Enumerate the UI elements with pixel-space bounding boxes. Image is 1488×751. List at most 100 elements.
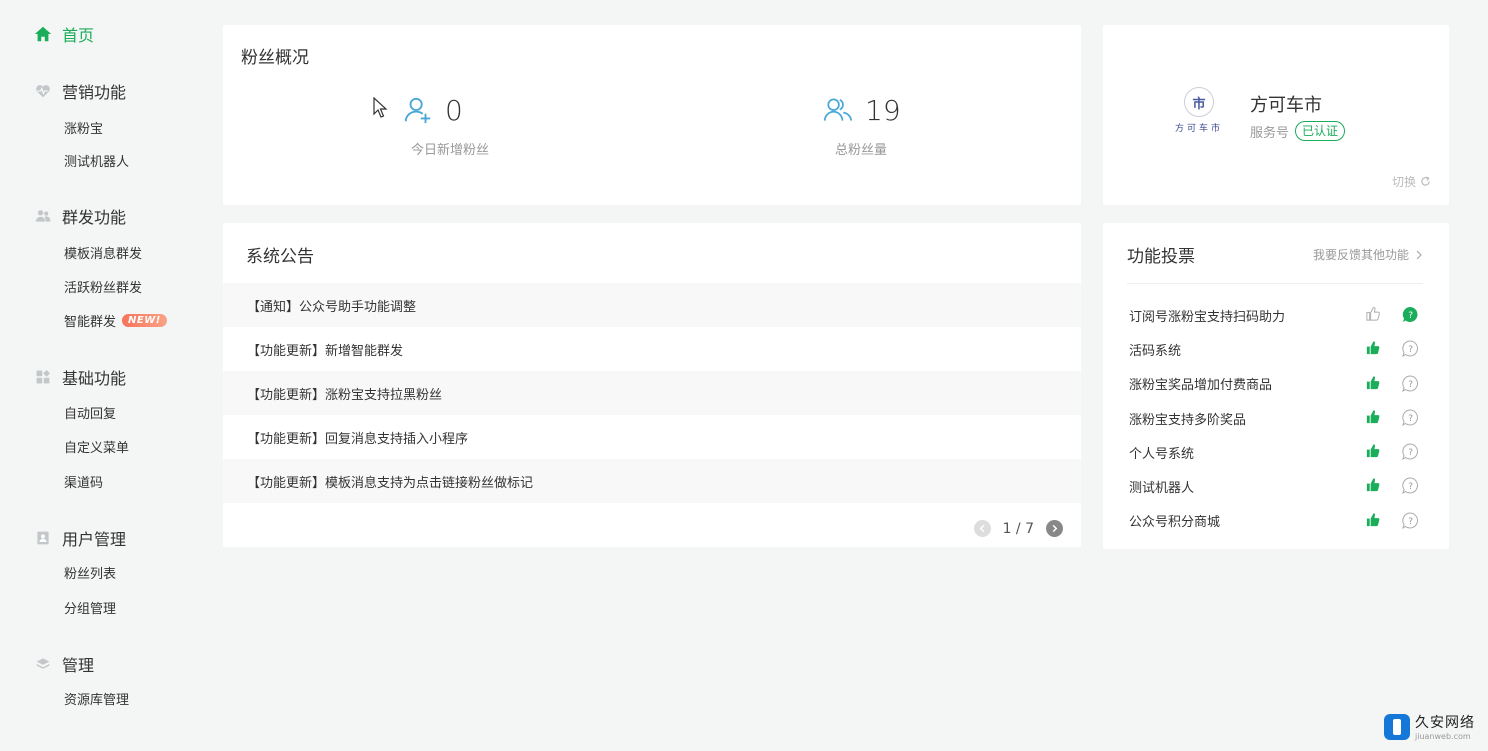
sidebar-item-test-robot[interactable]: 测试机器人	[64, 150, 129, 170]
question-bubble-icon[interactable]: ?	[1402, 306, 1419, 323]
question-bubble-icon[interactable]: ?	[1402, 443, 1419, 461]
vote-item: 订阅号涨粉宝支持扫码助力?	[1103, 298, 1449, 332]
sidebar-item-channel-code[interactable]: 渠道码	[64, 471, 103, 491]
account-type: 服务号 已认证	[1250, 121, 1346, 141]
verified-badge: 已认证	[1295, 121, 1346, 141]
page-indicator: 1 / 7	[1002, 520, 1034, 537]
vote-item: 涨粉宝支持多阶奖品?	[1103, 401, 1449, 435]
vote-item-label: 涨粉宝奖品增加付费商品	[1129, 378, 1273, 394]
watermark-name: 久安网络	[1415, 715, 1475, 731]
vote-item: 测试机器人?	[1103, 469, 1449, 503]
sidebar-item-group-management[interactable]: 分组管理	[64, 597, 116, 617]
notice-item[interactable]: 【功能更新】回复消息支持插入小程序	[223, 415, 1081, 459]
account-card: 市 方可车市 方可车市 服务号 已认证 切换	[1103, 25, 1449, 205]
group-title-label: 用户管理	[62, 530, 127, 549]
logo-text: 方可车市	[1174, 124, 1223, 134]
notice-list: 【通知】公众号助手功能调整 【功能更新】新增智能群发 【功能更新】涨粉宝支持拉黑…	[223, 283, 1081, 503]
question-bubble-icon[interactable]: ?	[1402, 477, 1419, 495]
svg-text:?: ?	[1408, 380, 1413, 390]
group-title-label: 管理	[62, 656, 95, 675]
thumbs-up-icon[interactable]	[1365, 512, 1381, 528]
account-type-label: 服务号	[1250, 125, 1290, 141]
feedback-link-label: 我要反馈其他功能	[1312, 248, 1409, 262]
account-name: 方可车市	[1250, 95, 1322, 116]
sidebar-item-label: 智能群发	[64, 314, 117, 330]
users-icon	[34, 207, 52, 225]
thumbs-up-icon[interactable]	[1365, 375, 1381, 391]
home-icon	[34, 26, 52, 42]
watermark-domain: jiuanweb.com	[1415, 732, 1471, 741]
watermark: 久安网络 jiuanweb.com	[1384, 712, 1475, 741]
stat-today-new-fans: 0 今日新增粉丝	[403, 93, 573, 173]
svg-text:?: ?	[1408, 448, 1413, 458]
question-bubble-icon[interactable]: ?	[1402, 375, 1419, 392]
total-fans-label: 总粉丝量	[835, 143, 888, 158]
vote-item: 活码系统?	[1103, 332, 1449, 366]
notice-item[interactable]: 【功能更新】涨粉宝支持拉黑粉丝	[223, 371, 1081, 415]
nav-home[interactable]: 首页	[34, 22, 94, 46]
group-title-label: 群发功能	[62, 208, 127, 227]
chevron-left-icon	[979, 524, 984, 533]
divider	[1127, 283, 1423, 284]
sidebar-item-custom-menu[interactable]: 自定义菜单	[64, 436, 129, 456]
sidebar-item-template-broadcast[interactable]: 模板消息群发	[64, 242, 142, 262]
vote-item-label: 公众号积分商城	[1129, 515, 1221, 531]
group-management: 管理	[34, 653, 94, 675]
sidebar-item-fan-list[interactable]: 粉丝列表	[64, 562, 116, 582]
vote-item: 公众号积分商城?	[1103, 504, 1449, 538]
thumbs-up-icon[interactable]	[1365, 306, 1381, 322]
watermark-text: 久安网络 jiuanweb.com	[1415, 712, 1475, 741]
today-new-fans-value: 0	[445, 93, 463, 127]
vote-item-label: 订阅号涨粉宝支持扫码助力	[1129, 309, 1286, 325]
thumbs-up-icon[interactable]	[1365, 477, 1381, 493]
sidebar-item-smart-broadcast[interactable]: 智能群发 NEW!	[64, 310, 167, 330]
nav-home-label: 首页	[62, 26, 95, 45]
question-bubble-icon[interactable]: ?	[1402, 340, 1419, 358]
sidebar-item-zhangfenbao[interactable]: 涨粉宝	[64, 117, 103, 137]
vote-list: 订阅号涨粉宝支持扫码助力? 活码系统? 涨粉宝奖品增加付费商品? 涨粉宝支持多阶奖品?…	[1103, 298, 1449, 538]
prev-page-button[interactable]	[973, 520, 991, 537]
sidebar-item-auto-reply[interactable]: 自动回复	[64, 402, 116, 422]
layers-icon	[34, 655, 52, 673]
feedback-link[interactable]: 我要反馈其他功能	[1313, 246, 1423, 263]
widgets-icon	[34, 368, 52, 386]
sidebar: 首页 营销功能 涨粉宝 测试机器人 群发功能 模板消息群发 活跃粉丝群发 智能群…	[0, 0, 200, 751]
vote-item-label: 个人号系统	[1129, 446, 1195, 462]
watermark-logo-icon	[1384, 713, 1410, 740]
group-marketing: 营销功能	[34, 80, 126, 102]
thumbs-up-icon[interactable]	[1365, 443, 1381, 459]
fans-overview-title: 粉丝概况	[241, 48, 309, 68]
notice-item[interactable]: 【功能更新】模板消息支持为点击链接粉丝做标记	[223, 459, 1081, 503]
contact-card-icon	[34, 529, 52, 547]
logo-emblem: 市	[1184, 87, 1214, 117]
sidebar-item-active-broadcast[interactable]: 活跃粉丝群发	[64, 276, 142, 296]
switch-account-button[interactable]: 切换	[1392, 173, 1431, 190]
user-add-icon	[404, 97, 431, 124]
group-user-management: 用户管理	[34, 527, 126, 549]
switch-label: 切换	[1391, 175, 1416, 189]
vote-item-label: 活码系统	[1129, 343, 1182, 359]
fans-overview-card: 粉丝概况 0 今日新增粉丝 19 总粉丝量	[223, 25, 1081, 205]
question-bubble-icon[interactable]: ?	[1402, 409, 1419, 426]
next-page-button[interactable]	[1046, 520, 1063, 537]
question-bubble-icon[interactable]: ?	[1402, 512, 1419, 529]
svg-text:?: ?	[1408, 517, 1413, 527]
system-notice-card: 系统公告 【通知】公众号助手功能调整 【功能更新】新增智能群发 【功能更新】涨粉…	[223, 223, 1081, 547]
svg-text:?: ?	[1408, 482, 1413, 492]
group-title-label: 基础功能	[62, 369, 127, 388]
group-basic: 基础功能	[34, 366, 126, 388]
notice-item[interactable]: 【功能更新】新增智能群发	[223, 327, 1081, 371]
thumbs-up-icon[interactable]	[1365, 340, 1381, 356]
users-group-icon	[823, 98, 853, 121]
sidebar-item-resource-library[interactable]: 资源库管理	[64, 688, 129, 708]
new-badge: NEW!	[122, 313, 167, 327]
thumbs-up-icon[interactable]	[1365, 409, 1381, 425]
stat-total-fans: 19 总粉丝量	[823, 93, 953, 173]
notice-item[interactable]: 【通知】公众号助手功能调整	[223, 283, 1081, 327]
group-broadcast: 群发功能	[34, 205, 126, 227]
today-new-fans-label: 今日新增粉丝	[411, 143, 490, 158]
vote-item: 个人号系统?	[1103, 435, 1449, 469]
svg-text:?: ?	[1408, 345, 1413, 355]
group-title-label: 营销功能	[62, 83, 127, 102]
system-notice-title: 系统公告	[246, 247, 314, 267]
